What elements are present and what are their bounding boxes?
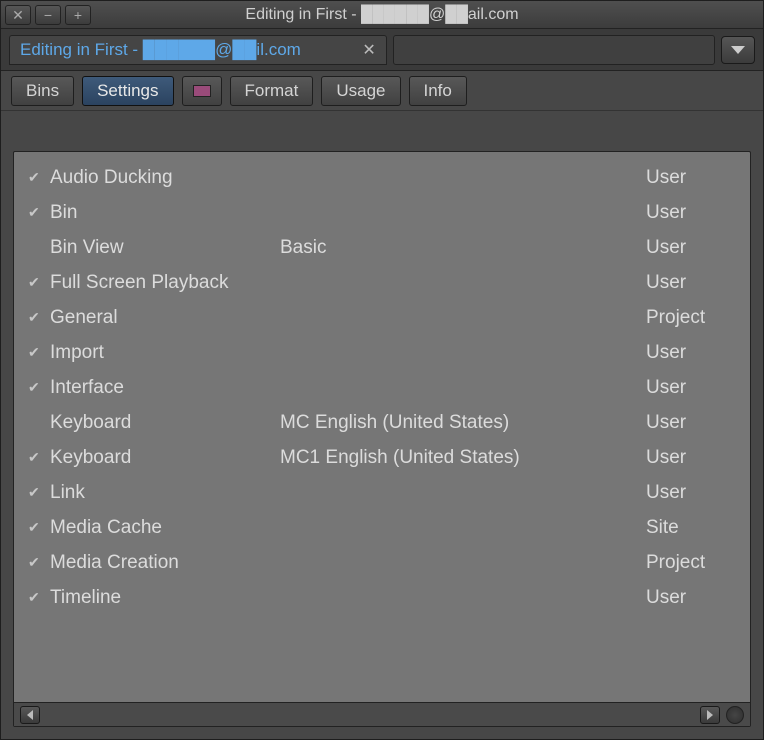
setting-scope: Project: [646, 307, 736, 329]
checkmark-icon: ✔: [28, 379, 50, 396]
setting-scope: User: [646, 377, 736, 399]
tab-usage[interactable]: Usage: [321, 76, 400, 106]
settings-row[interactable]: Bin ViewBasicUser: [14, 230, 750, 265]
tab-dropdown-button[interactable]: [721, 36, 755, 64]
setting-scope: User: [646, 482, 736, 504]
checkmark-icon: ✔: [28, 554, 50, 571]
document-tab[interactable]: Editing in First - ██████@██il.com ✕: [9, 35, 387, 65]
setting-scope: Site: [646, 517, 736, 539]
setting-scope: User: [646, 202, 736, 224]
checkmark-icon: ✔: [28, 169, 50, 186]
tab-bins[interactable]: Bins: [11, 76, 74, 106]
settings-row[interactable]: ✔Interface User: [14, 370, 750, 405]
settings-row[interactable]: KeyboardMC English (United States)User: [14, 405, 750, 440]
settings-list: ✔Audio DuckingUser✔BinUserBin ViewBasicU…: [14, 152, 750, 702]
setting-scope: User: [646, 272, 736, 294]
clapper-icon-button[interactable]: [182, 76, 222, 106]
checkmark-icon: ✔: [28, 344, 50, 361]
checkmark-icon: ✔: [28, 204, 50, 221]
tab-settings[interactable]: Settings: [82, 76, 173, 106]
setting-name: General: [50, 307, 280, 329]
setting-detail: Basic: [280, 237, 646, 259]
settings-row[interactable]: ✔Timeline User: [14, 580, 750, 615]
clapper-icon: [193, 85, 211, 97]
close-window-button[interactable]: ✕: [5, 5, 31, 25]
setting-name: Keyboard: [50, 447, 280, 469]
minimize-window-button[interactable]: −: [35, 5, 61, 25]
scroll-right-button[interactable]: [700, 706, 720, 724]
setting-name: Full Screen Playback: [50, 272, 280, 294]
checkmark-icon: ✔: [28, 274, 50, 291]
settings-panel: ✔Audio DuckingUser✔BinUserBin ViewBasicU…: [13, 151, 751, 727]
setting-scope: User: [646, 342, 736, 364]
empty-tab-area: [393, 35, 715, 65]
settings-row[interactable]: ✔KeyboardMC1 English (United States)User: [14, 440, 750, 475]
setting-name: Timeline: [50, 587, 280, 609]
settings-row[interactable]: ✔Audio Ducking User: [14, 160, 750, 195]
project-toolbar: Bins Settings Format Usage Info: [1, 71, 763, 111]
checkmark-icon: ✔: [28, 449, 50, 466]
titlebar: ✕ − + Editing in First - ██████@██ail.co…: [1, 1, 763, 29]
setting-scope: Project: [646, 552, 736, 574]
tab-format[interactable]: Format: [230, 76, 314, 106]
horizontal-scrollbar: [14, 702, 750, 726]
setting-name: Keyboard: [50, 412, 280, 434]
setting-detail: MC English (United States): [280, 412, 646, 434]
document-tab-label: Editing in First - ██████@██il.com: [20, 40, 301, 60]
setting-name: Interface: [50, 377, 280, 399]
triangle-right-icon: [707, 710, 713, 720]
settings-row[interactable]: ✔Media Cache Site: [14, 510, 750, 545]
maximize-window-button[interactable]: +: [65, 5, 91, 25]
document-tab-bar: Editing in First - ██████@██il.com ✕: [1, 29, 763, 71]
checkmark-icon: ✔: [28, 589, 50, 606]
window-title: Editing in First - ██████@██ail.com: [1, 6, 763, 24]
checkmark-icon: ✔: [28, 309, 50, 326]
setting-scope: User: [646, 412, 736, 434]
chevron-down-icon: [731, 46, 745, 54]
setting-scope: User: [646, 587, 736, 609]
setting-detail: MC1 English (United States): [280, 447, 646, 469]
checkmark-icon: ✔: [28, 484, 50, 501]
settings-row[interactable]: ✔Link User: [14, 475, 750, 510]
titlebar-controls: ✕ − +: [5, 5, 95, 25]
triangle-left-icon: [27, 710, 33, 720]
setting-name: Media Cache: [50, 517, 280, 539]
scroll-left-button[interactable]: [20, 706, 40, 724]
settings-row[interactable]: ✔Import User: [14, 335, 750, 370]
setting-name: Link: [50, 482, 280, 504]
setting-scope: User: [646, 447, 736, 469]
setting-scope: User: [646, 237, 736, 259]
setting-name: Audio Ducking: [50, 167, 280, 189]
checkmark-icon: ✔: [28, 519, 50, 536]
settings-row[interactable]: ✔Bin User: [14, 195, 750, 230]
setting-scope: User: [646, 167, 736, 189]
setting-name: Bin: [50, 202, 280, 224]
settings-row[interactable]: ✔General Project: [14, 300, 750, 335]
setting-name: Import: [50, 342, 280, 364]
settings-row[interactable]: ✔Full Screen Playback User: [14, 265, 750, 300]
tab-info[interactable]: Info: [409, 76, 467, 106]
close-tab-icon[interactable]: ✕: [362, 40, 375, 60]
resize-corner-icon[interactable]: [726, 706, 744, 724]
settings-row[interactable]: ✔Media Creation Project: [14, 545, 750, 580]
project-window: ✕ − + Editing in First - ██████@██ail.co…: [0, 0, 764, 740]
setting-name: Bin View: [50, 237, 280, 259]
setting-name: Media Creation: [50, 552, 280, 574]
